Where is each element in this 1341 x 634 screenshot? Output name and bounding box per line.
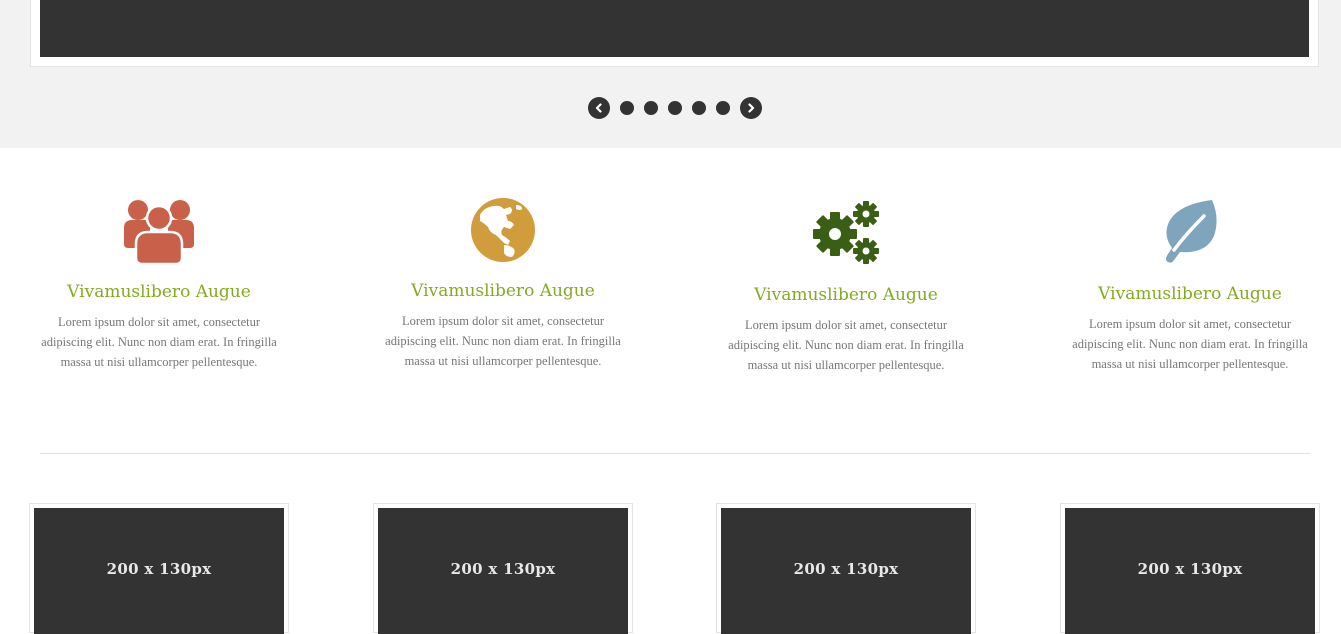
- feature-item: Vivamuslibero Augue Lorem ipsum dolor si…: [716, 199, 976, 375]
- slider-dot-2[interactable]: [644, 101, 658, 115]
- slider-dots: [620, 101, 730, 115]
- section-divider: [40, 453, 1310, 454]
- feature-description: Lorem ipsum dolor sit amet, consectetur …: [41, 315, 277, 369]
- feature-title: Vivamuslibero Augue: [1098, 284, 1282, 304]
- feature-description: Lorem ipsum dolor sit amet, consectetur …: [728, 318, 964, 372]
- thumbnail-placeholder: 200 x 130px: [378, 508, 628, 634]
- slider-section: [0, 0, 1341, 148]
- feature-description: Lorem ipsum dolor sit amet, consectetur …: [1072, 317, 1308, 371]
- slider-image: [40, 0, 1309, 57]
- thumbnail-card[interactable]: 200 x 130px: [716, 503, 976, 634]
- chevron-left-icon: [595, 103, 602, 113]
- thumbnail-card[interactable]: 200 x 130px: [1060, 503, 1320, 634]
- users-icon: [124, 200, 194, 264]
- thumbnail-placeholder: 200 x 130px: [721, 508, 971, 634]
- globe-icon: [471, 198, 535, 262]
- leaf-icon: [1166, 200, 1217, 263]
- slider-next-button[interactable]: [740, 97, 762, 119]
- slider-dot-1[interactable]: [620, 101, 634, 115]
- thumbnail-card[interactable]: 200 x 130px: [373, 503, 633, 634]
- thumbnail-placeholder: 200 x 130px: [1065, 508, 1315, 634]
- chevron-right-icon: [748, 103, 755, 113]
- feature-item: Vivamuslibero Augue Lorem ipsum dolor si…: [373, 197, 633, 371]
- slider-dot-3[interactable]: [668, 101, 682, 115]
- slider-frame: [30, 0, 1319, 67]
- feature-item: Vivamuslibero Augue Lorem ipsum dolor si…: [29, 198, 289, 372]
- feature-title: Vivamuslibero Augue: [754, 285, 938, 305]
- slider-dot-4[interactable]: [692, 101, 706, 115]
- feature-item: Vivamuslibero Augue Lorem ipsum dolor si…: [1060, 198, 1320, 374]
- slider-prev-button[interactable]: [588, 97, 610, 119]
- thumbnail-placeholder: 200 x 130px: [34, 508, 284, 634]
- feature-title: Vivamuslibero Augue: [411, 281, 595, 301]
- feature-description: Lorem ipsum dolor sit amet, consectetur …: [385, 314, 621, 368]
- slider-navigation: [588, 97, 762, 119]
- thumbnail-card[interactable]: 200 x 130px: [29, 503, 289, 634]
- slider-dot-5[interactable]: [716, 101, 730, 115]
- feature-title: Vivamuslibero Augue: [67, 282, 251, 302]
- gears-icon: [813, 201, 879, 264]
